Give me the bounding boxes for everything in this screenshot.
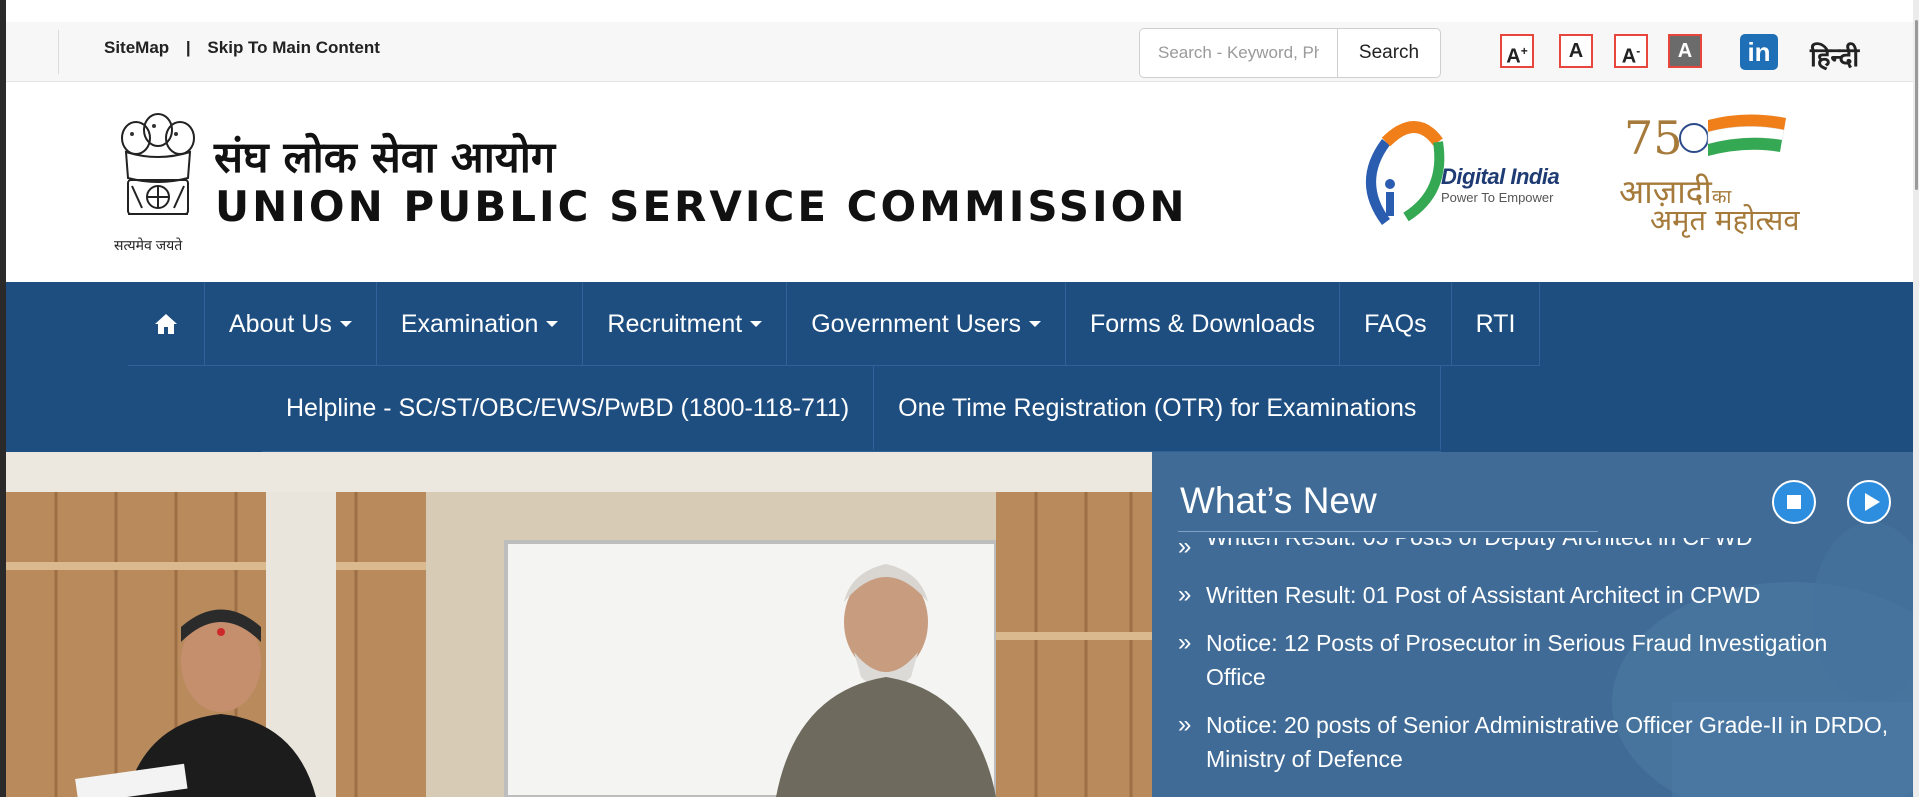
nav-recruitment-label: Recruitment bbox=[607, 309, 743, 338]
nav-otr[interactable]: One Time Registration (OTR) for Examinat… bbox=[874, 366, 1442, 450]
list-item-text: Written Result: 05 Posts of Deputy Archi… bbox=[1206, 538, 1892, 549]
nav-faqs-label: FAQs bbox=[1364, 309, 1427, 338]
list-item-text: Written Result: 01 Post of Assistant Arc… bbox=[1206, 582, 1761, 608]
nav-home[interactable] bbox=[128, 282, 205, 366]
chevron-down-icon bbox=[1028, 321, 1041, 327]
nav-rti[interactable]: RTI bbox=[1452, 282, 1541, 366]
home-icon bbox=[155, 314, 177, 334]
linkedin-label: in bbox=[1747, 37, 1771, 67]
nav-about-us-label: About Us bbox=[229, 309, 332, 338]
nav-rti-label: RTI bbox=[1475, 309, 1516, 338]
linkedin-icon[interactable]: in bbox=[1740, 34, 1778, 70]
digital-india-title: Digital India bbox=[1441, 164, 1560, 189]
whats-new-panel: What’s New Written Result: 05 Posts of D… bbox=[1152, 452, 1913, 797]
link-separator: | bbox=[185, 38, 191, 57]
window-frame-left bbox=[0, 0, 6, 797]
nav-about-us[interactable]: About Us bbox=[205, 282, 377, 366]
nav-examination[interactable]: Examination bbox=[377, 282, 584, 366]
font-increase-button[interactable]: A+ bbox=[1500, 34, 1534, 68]
sitemap-link[interactable]: SiteMap bbox=[104, 38, 169, 57]
list-item-text: Notice: 12 Posts of Prosecutor in Seriou… bbox=[1206, 630, 1828, 690]
hero-banner-image bbox=[6, 452, 1152, 797]
vertical-scrollbar[interactable] bbox=[1913, 0, 1919, 797]
language-hindi-link[interactable]: हिन्दी bbox=[1810, 38, 1859, 74]
nav-examination-label: Examination bbox=[400, 309, 539, 338]
high-contrast-button[interactable]: A bbox=[1668, 34, 1702, 68]
play-button[interactable] bbox=[1847, 480, 1891, 524]
nav-helpline-label: Helpline - SC/ST/OBC/EWS/PwBD (1800-118-… bbox=[286, 393, 850, 422]
digital-india-tagline: Power To Empower bbox=[1441, 190, 1554, 205]
org-title-hindi: संघ लोक सेवा आयोग bbox=[214, 133, 556, 183]
nav-recruitment[interactable]: Recruitment bbox=[583, 282, 788, 366]
main-navigation: About Us Examination Recruitment Governm… bbox=[6, 282, 1913, 452]
skip-to-main-content-link[interactable]: Skip To Main Content bbox=[207, 38, 380, 57]
nav-government-users[interactable]: Government Users bbox=[787, 282, 1066, 366]
list-item[interactable]: Written Result: 01 Post of Assistant Arc… bbox=[1172, 578, 1892, 612]
national-emblem-icon bbox=[121, 113, 195, 215]
font-decrease-label: A bbox=[1621, 45, 1637, 68]
banner-photo bbox=[6, 452, 1152, 797]
nav-government-users-label: Government Users bbox=[811, 309, 1021, 338]
site-header: सत्यमेव जयते संघ लोक सेवा आयोग UNION PUB… bbox=[6, 82, 1913, 282]
page: SiteMap | Skip To Main Content Search A+… bbox=[0, 0, 1919, 797]
nav-forms-downloads[interactable]: Forms & Downloads bbox=[1066, 282, 1341, 366]
nav-faqs[interactable]: FAQs bbox=[1340, 282, 1452, 366]
utility-bar: SiteMap | Skip To Main Content Search A+… bbox=[6, 22, 1913, 82]
whats-new-list: Written Result: 05 Posts of Deputy Archi… bbox=[1172, 538, 1892, 790]
utility-links: SiteMap | Skip To Main Content bbox=[104, 38, 380, 58]
list-item[interactable]: Written Result: 05 Posts of Deputy Archi… bbox=[1172, 538, 1892, 560]
font-increase-label: A bbox=[1506, 45, 1521, 68]
chevron-down-icon bbox=[750, 321, 763, 327]
list-item[interactable]: Notice: 12 Posts of Prosecutor in Seriou… bbox=[1172, 626, 1892, 694]
nav-row-primary: About Us Examination Recruitment Governm… bbox=[128, 282, 1541, 366]
search-button[interactable]: Search bbox=[1337, 28, 1441, 78]
font-decrease-button[interactable]: A- bbox=[1614, 34, 1648, 68]
aka-line-2: अमृत महोत्सव bbox=[1650, 203, 1800, 237]
whats-new-title: What’s New bbox=[1180, 480, 1377, 521]
org-title-english: UNION PUBLIC SERVICE COMMISSION bbox=[215, 182, 1188, 231]
whats-new-underline bbox=[1178, 531, 1598, 532]
emblem-motto: सत्यमेव जयते bbox=[114, 237, 183, 253]
divider bbox=[58, 30, 59, 74]
font-normal-label: A bbox=[1568, 40, 1584, 62]
font-normal-button[interactable]: A bbox=[1559, 34, 1593, 68]
font-decrease-sup: - bbox=[1636, 44, 1641, 58]
nav-forms-downloads-label: Forms & Downloads bbox=[1089, 309, 1316, 338]
nav-helpline[interactable]: Helpline - SC/ST/OBC/EWS/PwBD (1800-118-… bbox=[262, 366, 875, 450]
chevron-down-icon bbox=[546, 321, 559, 327]
play-icon bbox=[1865, 493, 1880, 511]
stop-icon bbox=[1787, 495, 1801, 509]
search-input[interactable] bbox=[1139, 28, 1337, 78]
font-increase-sup: + bbox=[1520, 44, 1528, 58]
chevron-down-icon bbox=[339, 321, 352, 327]
high-contrast-label: A bbox=[1677, 40, 1693, 62]
list-item-text: Notice: 20 posts of Senior Administrativ… bbox=[1206, 712, 1889, 772]
scrollbar-thumb[interactable] bbox=[1915, 20, 1918, 190]
nav-row-secondary: Helpline - SC/ST/OBC/EWS/PwBD (1800-118-… bbox=[262, 366, 1442, 452]
stop-button[interactable] bbox=[1772, 480, 1816, 524]
aka-number: 75 bbox=[1624, 111, 1683, 165]
nav-otr-label: One Time Registration (OTR) for Examinat… bbox=[898, 393, 1417, 422]
list-item[interactable]: Notice: 20 posts of Senior Administrativ… bbox=[1172, 708, 1892, 776]
